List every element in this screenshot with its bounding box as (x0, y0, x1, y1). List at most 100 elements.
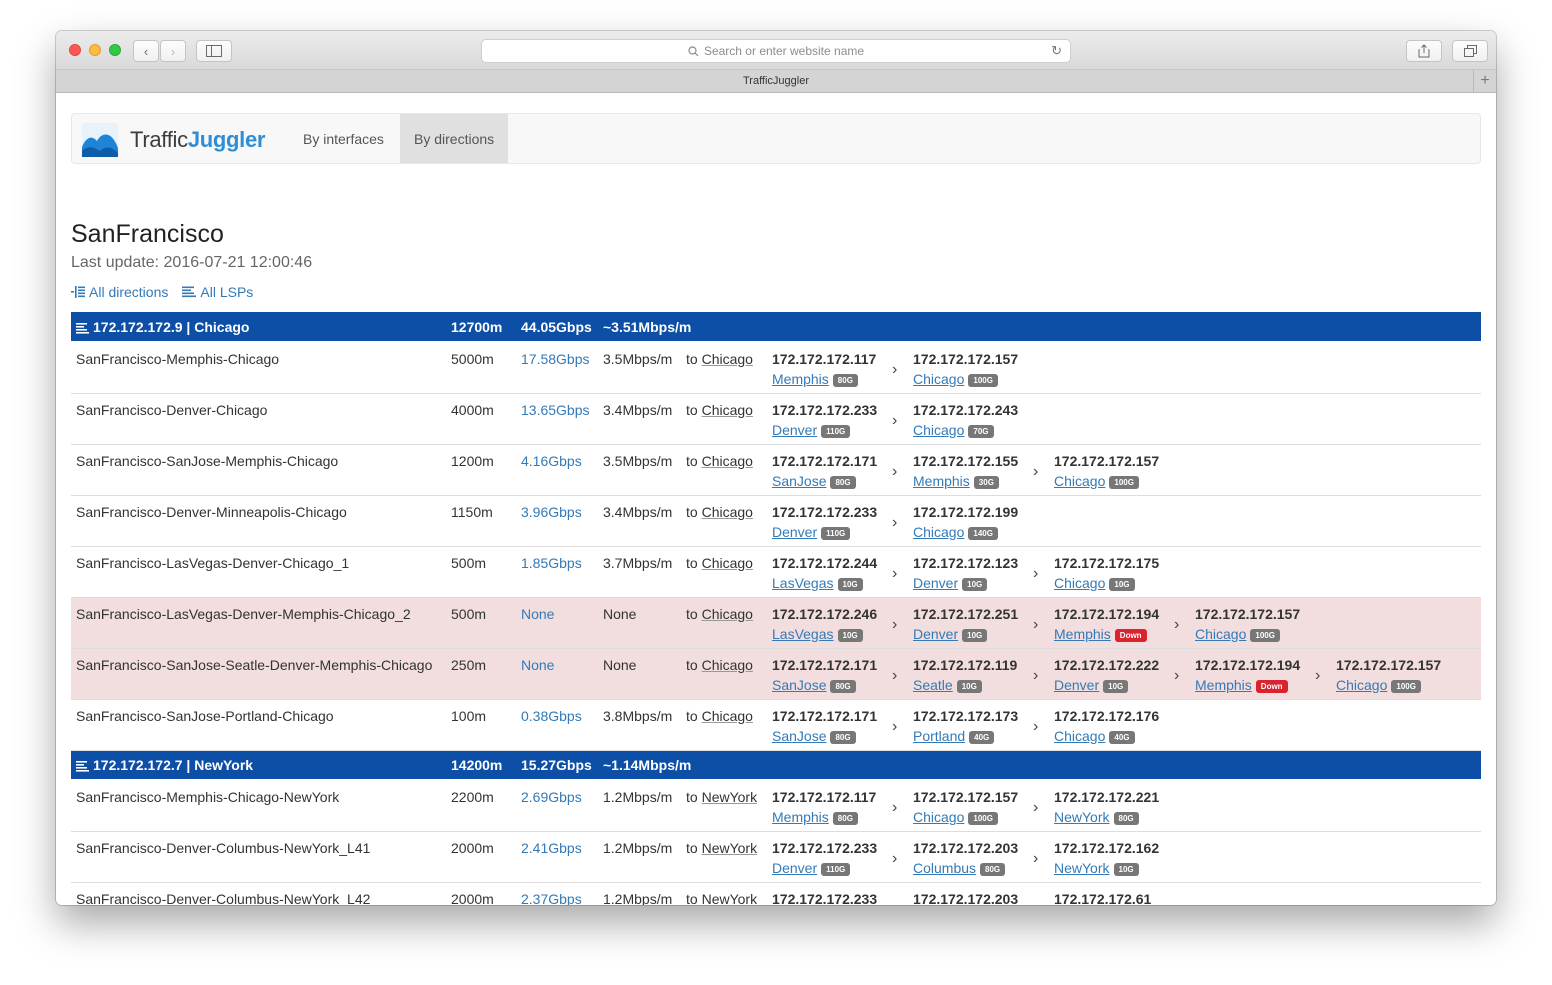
lsp-row: SanFrancisco-LasVegas-Denver-Chicago_1 50… (71, 546, 1481, 598)
lsp-bandwidth-link[interactable]: 17.58Gbps (521, 351, 590, 367)
hop-city-link[interactable]: Chicago (1054, 473, 1105, 489)
traffic-juggler-logo-icon (82, 123, 118, 157)
hop-city-link[interactable]: LasVegas (772, 575, 834, 591)
path-hop: 172.172.172.233Denver110G› (772, 402, 913, 438)
path-hop: 172.172.172.194 Memphis Down › (1195, 657, 1336, 693)
hop-city-link[interactable]: Chicago (1054, 728, 1105, 744)
hop-city-link[interactable]: Memphis (1054, 626, 1111, 642)
lsp-rate: None (603, 605, 637, 622)
link-capacity-badge: 10G (1103, 679, 1129, 693)
hop-city-link[interactable]: Denver (772, 422, 817, 438)
hop-city-link[interactable]: NewYork (1054, 809, 1110, 825)
chevron-right-icon: › (1174, 666, 1180, 684)
hop-city-link[interactable]: Portland (913, 728, 965, 744)
lsp-row: SanFrancisco-Denver-Columbus-NewYork_L42… (71, 882, 1481, 905)
share-button[interactable] (1406, 40, 1442, 62)
brand-logo-link[interactable]: TrafficJuggler (82, 122, 265, 158)
hop-city-link[interactable]: Chicago (1054, 575, 1105, 591)
chevron-right-icon: › (892, 666, 898, 684)
link-capacity-badge: 80G (830, 730, 856, 744)
hop-city-link[interactable]: Chicago (1336, 677, 1387, 693)
lsp-bandwidth-link[interactable]: 13.65Gbps (521, 402, 590, 418)
path-hop: 172.172.172.171 SanJose 80G › (772, 453, 913, 489)
hop-city-link[interactable]: Chicago (913, 422, 964, 438)
all-directions-label: All directions (89, 284, 169, 300)
forward-button[interactable]: › (160, 40, 186, 62)
lsp-destination: Chicago (701, 503, 753, 520)
path-hop: 172.172.172.233Denver110G› (772, 840, 913, 876)
hop-ip: 172.172.172.157 (913, 351, 1019, 367)
lsp-bandwidth-link[interactable]: None (521, 657, 554, 673)
hop-city-link[interactable]: Columbus (913, 860, 976, 876)
hop-city-link[interactable]: Memphis (1195, 677, 1252, 693)
path-hop: 172.172.172.155 Memphis 30G › (913, 453, 1054, 489)
hop-city-link[interactable]: SanJose (772, 677, 826, 693)
path-hop: 172.172.172.176 Chicago 40G (1054, 708, 1195, 744)
tabs-overview-button[interactable] (1452, 40, 1488, 62)
minimize-window-button[interactable] (89, 44, 101, 56)
nav-by-directions[interactable]: By directions (400, 114, 509, 163)
reload-icon[interactable]: ↻ (1051, 43, 1062, 59)
direction-name: 172.172.172.9 | Chicago (93, 318, 250, 335)
hop-city-link[interactable]: Denver (913, 626, 958, 642)
link-capacity-badge: 100G (1250, 628, 1280, 642)
hop-city-link[interactable]: LasVegas (772, 626, 834, 642)
zoom-window-button[interactable] (109, 44, 121, 56)
hop-city-link[interactable]: SanJose (772, 473, 826, 489)
lsp-rate: 3.5Mbps/m (603, 452, 673, 469)
lsp-bandwidth-link[interactable]: 3.96Gbps (521, 504, 582, 520)
direction-group-header[interactable]: 172.172.172.7 | NewYork 14200m 15.27Gbps ~1… (71, 750, 1481, 781)
hop-city-link[interactable]: Chicago (913, 809, 964, 825)
hop-city-link[interactable]: Denver (913, 575, 958, 591)
hop-city-link[interactable]: Denver (1054, 677, 1099, 693)
hop-city-link[interactable]: Memphis (772, 809, 829, 825)
lsp-bandwidth-link[interactable]: 2.69Gbps (521, 789, 582, 805)
lsp-path: 172.172.172.117 Memphis 80G › 172.172.172.15… (772, 351, 1481, 387)
hop-city-link[interactable]: Memphis (772, 371, 829, 387)
lsp-bandwidth-link[interactable]: 2.41Gbps (521, 840, 582, 856)
address-placeholder: Search or enter website name (703, 44, 865, 58)
lsp-row: SanFrancisco-Denver-Columbus-NewYork_L41… (71, 831, 1481, 883)
lsp-name: SanFrancisco-LasVegas-Denver-Memphis-Chi… (76, 605, 411, 622)
hop-city-link[interactable]: Memphis (913, 473, 970, 489)
lsp-bandwidth-link[interactable]: 4.16Gbps (521, 453, 582, 469)
hop-city-link[interactable]: Chicago (913, 524, 964, 540)
hop-ip: 172.172.172.221 (1054, 789, 1160, 805)
lsp-bandwidth-link[interactable]: None (521, 606, 554, 622)
all-directions-link[interactable]: All directions (71, 284, 168, 300)
back-button[interactable]: ‹ (133, 40, 159, 62)
chevron-right-icon: › (892, 901, 897, 906)
hop-city-link[interactable]: Denver (772, 524, 817, 540)
hop-city-link[interactable]: SanJose (772, 728, 826, 744)
chevron-right-icon: › (892, 411, 898, 429)
address-bar[interactable]: Search or enter website name ↻ (481, 39, 1071, 63)
lsp-rate: 1.2Mbps/m (603, 890, 673, 906)
sidebar-toggle-button[interactable] (196, 40, 232, 62)
link-capacity-badge: 110G (821, 862, 851, 876)
lsp-path: 172.172.172.171 SanJose 80G › 172.172.172.17… (772, 708, 1481, 744)
hop-city-link[interactable]: Chicago (913, 371, 964, 387)
nav-by-interfaces[interactable]: By interfaces (289, 114, 398, 163)
new-tab-button[interactable]: + (1473, 70, 1496, 92)
direction-group-header[interactable]: 172.172.172.9 | Chicago 12700m 44.05Gbps ~3… (71, 312, 1481, 343)
path-hop: 172.172.172.233Denver110G› (772, 891, 913, 906)
hop-city-link[interactable]: Chicago (1195, 626, 1246, 642)
chevron-right-icon: › (1033, 564, 1039, 582)
lsp-bandwidth-link[interactable]: 2.37Gbps (521, 891, 582, 906)
active-tab-title[interactable]: TrafficJuggler (743, 75, 809, 87)
link-down-badge: Down (1255, 679, 1288, 693)
close-window-button[interactable] (69, 44, 81, 56)
lsp-rate: 3.7Mbps/m (603, 554, 673, 571)
hop-city-link[interactable]: NewYork (1054, 860, 1110, 876)
lsp-bandwidth-link[interactable]: 0.38Gbps (521, 708, 582, 724)
lsp-destination: Chicago (701, 605, 753, 622)
lsp-destination: Chicago (701, 656, 753, 673)
hop-city-link[interactable]: Seatle (913, 677, 953, 693)
lsp-table: 172.172.172.9 | Chicago 12700m 44.05Gbps ~3… (71, 312, 1481, 905)
chevron-right-icon: › (1033, 799, 1039, 816)
tabs-icon (1463, 45, 1477, 57)
chevron-right-icon: › (1174, 615, 1180, 633)
lsp-bandwidth-link[interactable]: 1.85Gbps (521, 555, 582, 571)
all-lsps-link[interactable]: All LSPs (182, 284, 253, 300)
hop-city-link[interactable]: Denver (772, 860, 817, 876)
